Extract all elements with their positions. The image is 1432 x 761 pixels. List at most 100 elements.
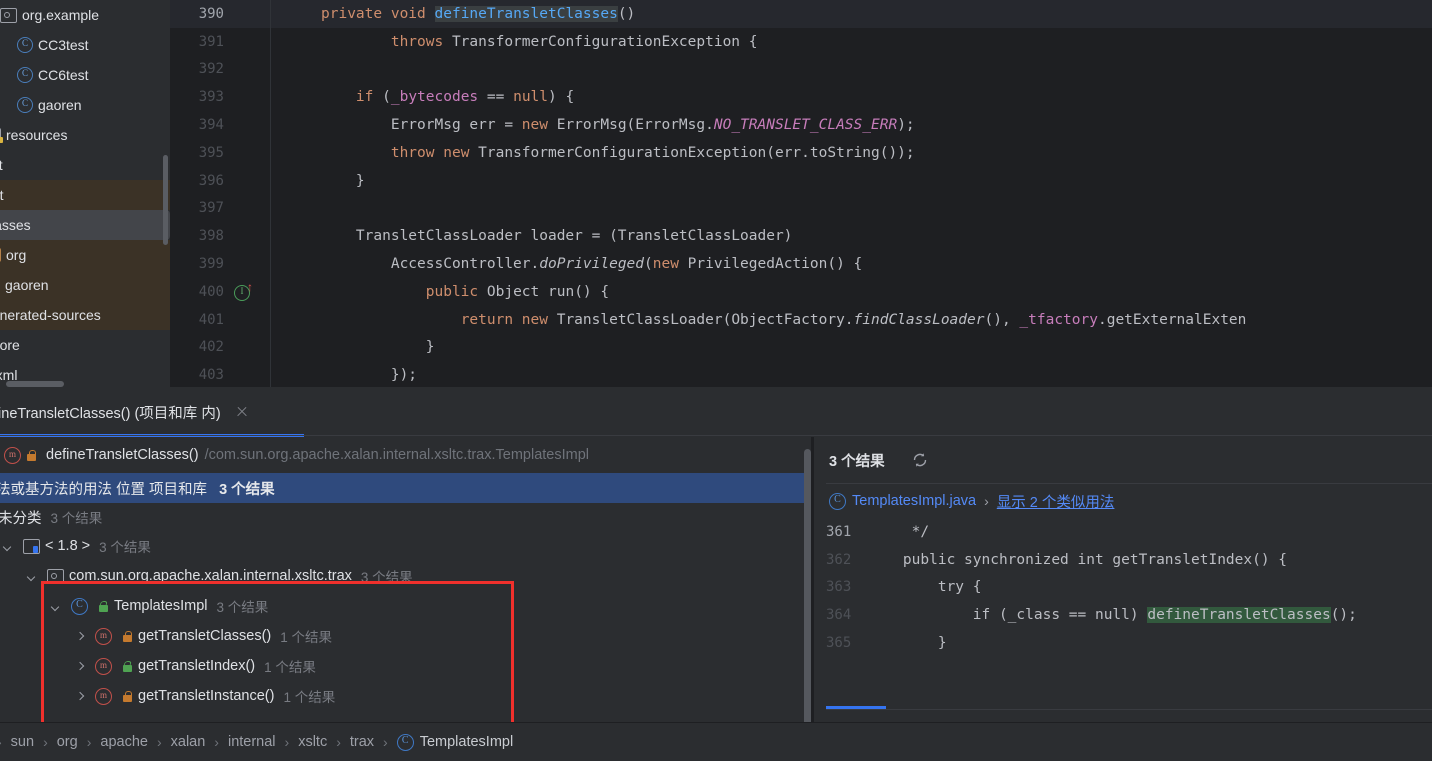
code-folding-area[interactable] — [270, 194, 315, 223]
line-number: 395 — [198, 144, 224, 161]
code-folding-area[interactable] — [270, 305, 315, 334]
editor-line[interactable]: 400 I ↑ public Object run() { — [170, 277, 1432, 306]
breadcrumb-item[interactable]: sun — [11, 734, 34, 750]
gutter-marker-area[interactable] — [232, 83, 270, 111]
editor-line[interactable]: 394 ErrorMsg err = new ErrorMsg(ErrorMsg… — [170, 111, 1432, 139]
gutter-marker-area[interactable] — [232, 306, 270, 334]
preview-line-number: 365 — [826, 635, 852, 652]
chevron-right-icon: › — [0, 734, 2, 750]
usage-tree-row[interactable]: m getTransletIndex() 1 个结果 — [0, 651, 812, 681]
gutter-marker-area[interactable] — [232, 167, 270, 195]
gutter-marker-area[interactable] — [232, 139, 270, 167]
project-tree-horizontal-scrollbar[interactable] — [6, 381, 64, 387]
breadcrumb-item[interactable]: trax — [350, 734, 374, 750]
editor-line[interactable]: 401 return new TransletClassLoader(Objec… — [170, 305, 1432, 334]
gutter-marker-area[interactable] — [232, 250, 270, 278]
editor-line[interactable]: 390 private void defineTransletClasses() — [170, 0, 1432, 28]
code-folding-area[interactable] — [270, 27, 315, 56]
code-folding-area[interactable] — [270, 361, 315, 390]
project-tree-item-resources[interactable]: resources — [0, 120, 170, 150]
code-folding-area[interactable] — [270, 333, 315, 362]
usage-tree-row[interactable]: < 1.8 > 3 个结果 — [0, 531, 812, 561]
project-tree-item-generated-sources[interactable]: generated-sources — [0, 300, 170, 330]
project-tree-item-cc3test[interactable]: C CC3test — [0, 30, 170, 60]
gutter-marker-area[interactable]: I ↑ — [232, 278, 270, 306]
usage-tree-row[interactable]: C TemplatesImpl 3 个结果 — [0, 591, 812, 621]
project-tree-item-org-example[interactable]: org.example — [0, 0, 170, 30]
find-tab[interactable]: fineTransletClasses() (项目和库 内) — [0, 390, 259, 434]
usage-tree-row[interactable]: com.sun.org.apache.xalan.internal.xsltc.… — [0, 561, 812, 591]
preview-panel[interactable]: 3 个结果 C TemplatesImpl.java › 显示 2 个类似用法 … — [812, 437, 1432, 751]
refresh-icon[interactable] — [911, 451, 929, 469]
editor-line[interactable]: 402 } — [170, 333, 1432, 362]
code-token: throw — [390, 144, 444, 161]
editor-line[interactable]: 397 — [170, 194, 1432, 223]
breadcrumb-item[interactable]: internal — [228, 734, 276, 750]
project-tree-item-label: resources — [6, 127, 68, 143]
code-folding-area[interactable] — [270, 277, 315, 306]
code-folding-area[interactable] — [270, 166, 315, 195]
chevron-right-icon[interactable] — [74, 690, 87, 703]
breadcrumb-final-item[interactable]: TemplatesImpl — [420, 734, 513, 750]
code-editor[interactable]: 390 private void defineTransletClasses() 3… — [170, 0, 1432, 390]
project-tree-item-gnore[interactable]: gnore — [0, 330, 170, 360]
usages-tree-panel[interactable]: m defineTransletClasses() /com.sun.org.a… — [0, 437, 812, 751]
code-folding-area[interactable] — [270, 222, 315, 251]
gutter-marker-area[interactable] — [232, 222, 270, 250]
usages-vertical-scrollbar[interactable] — [804, 449, 811, 729]
code-folding-area[interactable] — [270, 138, 315, 167]
project-tree-item-get[interactable]: get — [0, 180, 170, 210]
usage-tree-row-count: 1 个结果 — [264, 660, 316, 675]
code-folding-area[interactable] — [270, 0, 315, 28]
gutter-marker-area[interactable] — [232, 0, 270, 28]
project-tree-item-est[interactable]: est — [0, 150, 170, 180]
preview-file-name[interactable]: TemplatesImpl.java — [852, 493, 976, 509]
gutter-marker-area[interactable] — [232, 56, 270, 84]
code-folding-area[interactable] — [270, 83, 315, 112]
project-tree-item-gaoren[interactable]: Cgaoren — [0, 90, 170, 120]
chevron-down-icon[interactable] — [2, 540, 15, 553]
breadcrumb-item[interactable]: xalan — [171, 734, 206, 750]
editor-line[interactable]: 393 if (_bytecodes == null) { — [170, 83, 1432, 112]
editor-line[interactable]: 398 TransletClassLoader loader = (Transl… — [170, 222, 1432, 251]
chevron-right-icon[interactable] — [74, 630, 87, 643]
chevron-right-icon[interactable] — [74, 660, 87, 673]
breadcrumb-item[interactable]: xsltc — [298, 734, 327, 750]
project-tree-item-cc6test[interactable]: C CC6test — [0, 60, 170, 90]
editor-line[interactable]: 392 — [170, 55, 1432, 84]
code-token: PrivilegedAction() { — [687, 256, 863, 273]
project-tree-item-org[interactable]: org — [0, 240, 170, 270]
code-token: ErrorMsg err = — [390, 117, 522, 134]
project-tree-panel[interactable]: org.example C CC3test C CC6test Cgaoren resour… — [0, 0, 170, 390]
editor-line[interactable]: 403 }); — [170, 361, 1432, 390]
similar-usages-link[interactable]: 显示 2 个类似用法 — [997, 491, 1115, 512]
usage-tree-row-count: 3 个结果 — [216, 600, 269, 615]
usage-tree-row[interactable]: m getTransletInstance() 1 个结果 — [0, 681, 812, 711]
project-tree-vertical-scrollbar[interactable] — [163, 155, 168, 245]
class-icon: C — [71, 597, 88, 615]
code-folding-area[interactable] — [270, 55, 315, 84]
project-tree-item-classes[interactable]: classes — [0, 210, 170, 240]
chevron-down-icon[interactable] — [26, 570, 39, 583]
editor-line[interactable]: 396 } — [170, 166, 1432, 195]
editor-line[interactable]: 395 throw new TransformerConfigurationEx… — [170, 138, 1432, 167]
usages-group-row[interactable]: 未分类 3 个结果 — [0, 503, 812, 531]
usage-tree-row[interactable]: m getTransletClasses() 1 个结果 — [0, 621, 812, 651]
code-folding-area[interactable] — [270, 111, 315, 139]
chevron-down-icon[interactable] — [50, 600, 63, 613]
breadcrumb-item[interactable]: apache — [100, 734, 148, 750]
gutter-marker-area[interactable] — [232, 111, 270, 139]
editor-line[interactable]: 399 AccessController.doPrivileged(new Pr… — [170, 250, 1432, 278]
close-icon[interactable] — [235, 405, 249, 419]
gutter-marker-area[interactable] — [232, 28, 270, 56]
gutter-marker-area[interactable] — [232, 334, 270, 362]
preview-code-segment: public synchronized int getTransletIndex… — [868, 551, 1288, 568]
gutter-marker-area[interactable] — [232, 361, 270, 389]
breadcrumb-item[interactable]: org — [57, 734, 78, 750]
gutter-marker-area[interactable] — [232, 195, 270, 223]
project-tree-item-gaoren[interactable]: Cgaoren — [0, 270, 170, 300]
usage-tree-row-count: 3 个结果 — [99, 540, 151, 555]
code-folding-area[interactable] — [270, 250, 315, 278]
editor-line[interactable]: 391 throws TransformerConfigurationExcep… — [170, 27, 1432, 56]
